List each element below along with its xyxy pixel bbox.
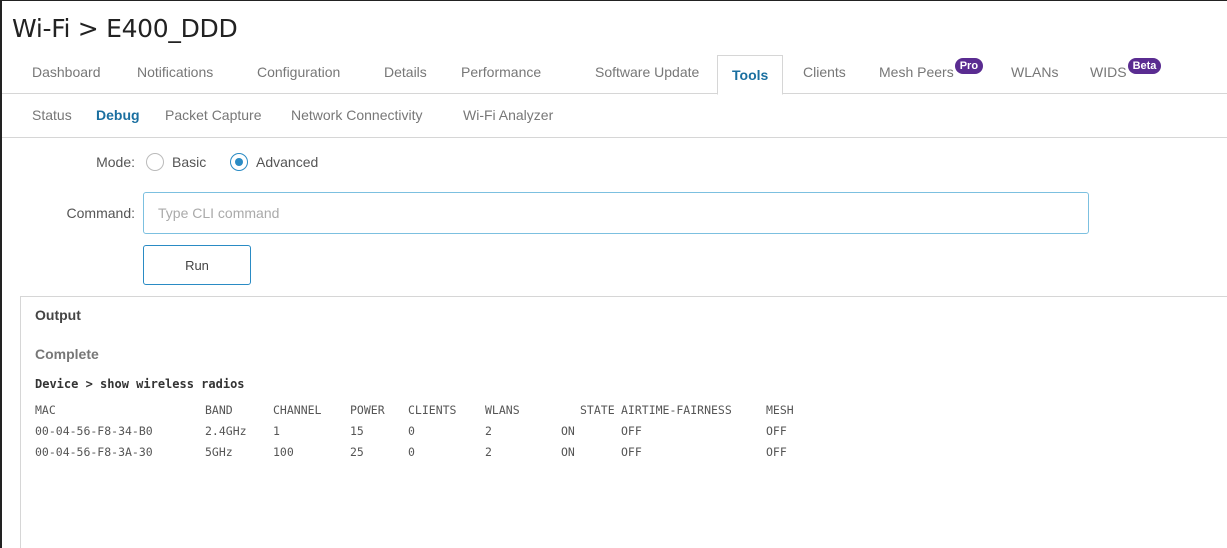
pro-badge: Pro <box>954 58 984 74</box>
row1-mac: 00-04-56-F8-34-B0 <box>35 424 153 438</box>
beta-badge: Beta <box>1127 58 1162 74</box>
subtab-network-connectivity[interactable]: Network Connectivity <box>291 107 423 123</box>
tab-notifications[interactable]: Notifications <box>137 64 213 80</box>
output-status: Complete <box>35 346 99 362</box>
col-header-channel: CHANNEL <box>273 403 322 417</box>
row2-airtime-fairness: OFF <box>621 445 642 459</box>
row2-mac: 00-04-56-F8-3A-30 <box>35 445 153 459</box>
main-tab-bar: Dashboard Notifications Configuration De… <box>2 52 1227 95</box>
col-header-band: BAND <box>205 403 233 417</box>
subtab-status[interactable]: Status <box>32 107 72 123</box>
command-label: Command: <box>66 205 135 221</box>
row2-state: ON <box>561 445 575 459</box>
mode-advanced-radio[interactable] <box>230 153 248 171</box>
mode-basic-radio[interactable] <box>146 153 164 171</box>
col-header-mesh: MESH <box>766 403 794 417</box>
tab-tools[interactable]: Tools <box>717 55 784 95</box>
tab-mesh-peers[interactable]: Mesh Peers Pro <box>879 58 984 82</box>
col-header-state: STATE <box>580 403 615 417</box>
tab-wids[interactable]: WIDS Beta <box>1090 58 1162 82</box>
tab-dashboard[interactable]: Dashboard <box>32 64 101 80</box>
sub-tab-bar: Status Debug Packet Capture Network Conn… <box>2 94 1227 138</box>
tab-wlans[interactable]: WLANs <box>1011 64 1058 80</box>
row1-wlans: 2 <box>485 424 492 438</box>
row2-mesh: OFF <box>766 445 787 459</box>
output-panel: Output Complete Device > show wireless r… <box>20 296 1227 548</box>
row1-power: 15 <box>350 424 364 438</box>
col-header-wlans: WLANS <box>485 403 520 417</box>
subtab-debug[interactable]: Debug <box>96 107 140 123</box>
row2-band: 5GHz <box>205 445 233 459</box>
run-button[interactable]: Run <box>143 245 251 285</box>
tab-configuration[interactable]: Configuration <box>257 64 340 80</box>
row2-wlans: 2 <box>485 445 492 459</box>
row2-clients: 0 <box>408 445 415 459</box>
row1-mesh: OFF <box>766 424 787 438</box>
row1-clients: 0 <box>408 424 415 438</box>
col-header-airtime-fairness: AIRTIME-FAIRNESS <box>621 403 732 417</box>
row2-channel: 100 <box>273 445 294 459</box>
row1-channel: 1 <box>273 424 280 438</box>
row2-power: 25 <box>350 445 364 459</box>
row1-state: ON <box>561 424 575 438</box>
col-header-mac: MAC <box>35 403 56 417</box>
mode-label: Mode: <box>96 154 135 170</box>
command-input[interactable] <box>143 192 1089 234</box>
subtab-packet-capture[interactable]: Packet Capture <box>165 107 262 123</box>
subtab-wifi-analyzer[interactable]: Wi-Fi Analyzer <box>463 107 553 123</box>
page-title: Wi-Fi > E400_DDD <box>12 14 238 43</box>
mode-advanced-label[interactable]: Advanced <box>256 154 318 170</box>
col-header-clients: CLIENTS <box>408 403 457 417</box>
row1-band: 2.4GHz <box>205 424 247 438</box>
tab-software-update[interactable]: Software Update <box>595 64 699 80</box>
tab-details[interactable]: Details <box>384 64 427 80</box>
col-header-power: POWER <box>350 403 385 417</box>
row1-airtime-fairness: OFF <box>621 424 642 438</box>
tab-performance[interactable]: Performance <box>461 64 541 80</box>
tab-clients[interactable]: Clients <box>803 64 846 80</box>
tab-mesh-peers-label: Mesh Peers <box>879 64 954 80</box>
tab-wids-label: WIDS <box>1090 64 1127 80</box>
output-title: Output <box>35 307 81 323</box>
mode-basic-label[interactable]: Basic <box>172 154 206 170</box>
cli-command-echo: Device > show wireless radios <box>35 377 245 391</box>
